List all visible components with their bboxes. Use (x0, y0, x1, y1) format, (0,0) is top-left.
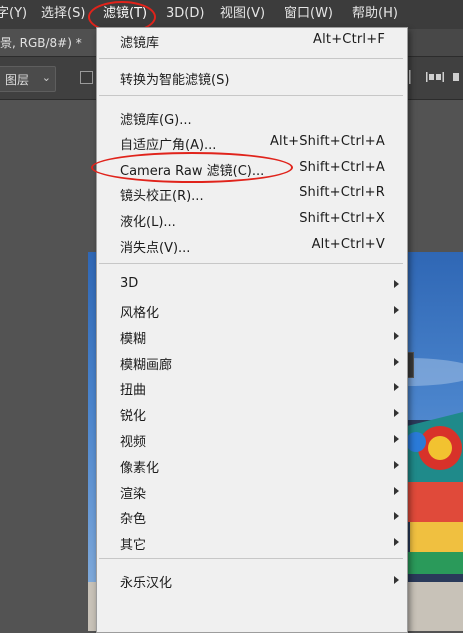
distribute-icon[interactable] (425, 70, 445, 84)
layer-select[interactable]: 图层 ⌄ (0, 66, 56, 92)
menu-item-shortcut: Shift+Ctrl+A (299, 160, 385, 175)
menu-item-label: 3D (120, 276, 139, 291)
submenu-arrow-icon (394, 461, 399, 469)
menu-item-label: 模糊画廊 (120, 358, 173, 373)
menu-item-shortcut: Alt+Ctrl+V (311, 237, 385, 252)
menu-3d[interactable]: 3D(D) (166, 6, 204, 22)
menu-item-label: 自适应广角(A)... (120, 138, 217, 153)
menu-item-label: 像素化 (120, 461, 160, 476)
menu-item-render[interactable]: 渲染 (97, 479, 407, 503)
menu-type[interactable]: 字(Y) (0, 6, 27, 22)
menu-item-liquify[interactable]: 液化(L)... Shift+Ctrl+X (97, 207, 407, 231)
menu-item-label: 消失点(V)... (120, 241, 191, 256)
chevron-down-icon: ⌄ (41, 71, 51, 84)
document-tab-label: 景, RGB/8#) * (0, 36, 82, 50)
submenu-arrow-icon (394, 383, 399, 391)
menu-item-shortcut: Shift+Ctrl+R (299, 185, 385, 200)
menu-item-noise[interactable]: 杂色 (97, 504, 407, 528)
menu-item-label: 渲染 (120, 487, 147, 502)
menu-item-3d[interactable]: 3D (97, 272, 407, 296)
submenu-arrow-icon (394, 487, 399, 495)
menu-item-other[interactable]: 其它 (97, 530, 407, 554)
menu-item-label: 液化(L)... (120, 215, 176, 230)
submenu-arrow-icon (394, 332, 399, 340)
layer-select-label: 图层 (5, 73, 30, 87)
menu-item-shortcut: Alt+Shift+Ctrl+A (269, 134, 385, 149)
menu-item-shortcut: Alt+Ctrl+F (313, 32, 385, 47)
menu-item-convert-smart-filter[interactable]: 转换为智能滤镜(S) (97, 65, 407, 89)
menu-item-adaptive-wide-angle[interactable]: 自适应广角(A)... Alt+Shift+Ctrl+A (97, 130, 407, 154)
highlight-ellipse-camera-raw (91, 152, 293, 183)
menu-item-sharpen[interactable]: 锐化 (97, 401, 407, 425)
menu-separator (99, 263, 403, 264)
menu-item-label: 镜头校正(R)... (120, 189, 204, 204)
menu-item-vanishing-point[interactable]: 消失点(V)... Alt+Ctrl+V (97, 233, 407, 257)
menu-item-blur-gallery[interactable]: 模糊画廊 (97, 350, 407, 374)
menu-item-last-filter[interactable]: 滤镜库 Alt+Ctrl+F (97, 28, 407, 52)
menu-item-label: 杂色 (120, 512, 147, 527)
menu-item-label: 扭曲 (120, 383, 147, 398)
align-icon[interactable] (408, 70, 420, 84)
submenu-arrow-icon (394, 512, 399, 520)
menu-item-yongle-localization[interactable]: 永乐汉化 (97, 568, 407, 592)
menu-item-label: 永乐汉化 (120, 576, 173, 591)
menu-bar: 字(Y) 选择(S) 滤镜(T) 3D(D) 视图(V) 窗口(W) 帮助(H) (0, 0, 463, 30)
menu-item-distort[interactable]: 扭曲 (97, 375, 407, 399)
menu-window[interactable]: 窗口(W) (284, 6, 333, 22)
menu-item-stylize[interactable]: 风格化 (97, 298, 407, 322)
submenu-arrow-icon (394, 306, 399, 314)
menu-item-video[interactable]: 视频 (97, 427, 407, 451)
align-right-icon[interactable] (451, 70, 463, 84)
submenu-arrow-icon (394, 576, 399, 584)
submenu-arrow-icon (394, 538, 399, 546)
menu-help[interactable]: 帮助(H) (352, 6, 398, 22)
menu-item-label: 锐化 (120, 409, 147, 424)
submenu-arrow-icon (394, 409, 399, 417)
menu-item-pixelate[interactable]: 像素化 (97, 453, 407, 477)
menu-item-label: 风格化 (120, 306, 160, 321)
menu-item-label: 转换为智能滤镜(S) (120, 73, 230, 88)
menu-item-filter-gallery[interactable]: 滤镜库(G)... (97, 105, 407, 129)
menu-item-label: 滤镜库(G)... (120, 113, 192, 128)
auto-select-checkbox[interactable] (80, 71, 93, 84)
submenu-arrow-icon (394, 435, 399, 443)
menu-item-label: 其它 (120, 538, 147, 553)
menu-item-blur[interactable]: 模糊 (97, 324, 407, 348)
menu-separator (99, 95, 403, 96)
menu-item-label: 模糊 (120, 332, 147, 347)
document-tab[interactable]: 景, RGB/8#) * (0, 29, 97, 56)
submenu-arrow-icon (394, 280, 399, 288)
menu-separator (99, 58, 403, 59)
submenu-arrow-icon (394, 358, 399, 366)
menu-view[interactable]: 视图(V) (220, 6, 265, 22)
filter-dropdown-menu: 滤镜库 Alt+Ctrl+F 转换为智能滤镜(S) 滤镜库(G)... 自适应广… (96, 27, 408, 633)
menu-item-lens-correction[interactable]: 镜头校正(R)... Shift+Ctrl+R (97, 181, 407, 205)
menu-select[interactable]: 选择(S) (41, 6, 85, 22)
menu-item-label: 滤镜库 (120, 36, 160, 51)
menu-separator (99, 558, 403, 559)
menu-item-label: 视频 (120, 435, 147, 450)
menu-item-shortcut: Shift+Ctrl+X (299, 211, 385, 226)
